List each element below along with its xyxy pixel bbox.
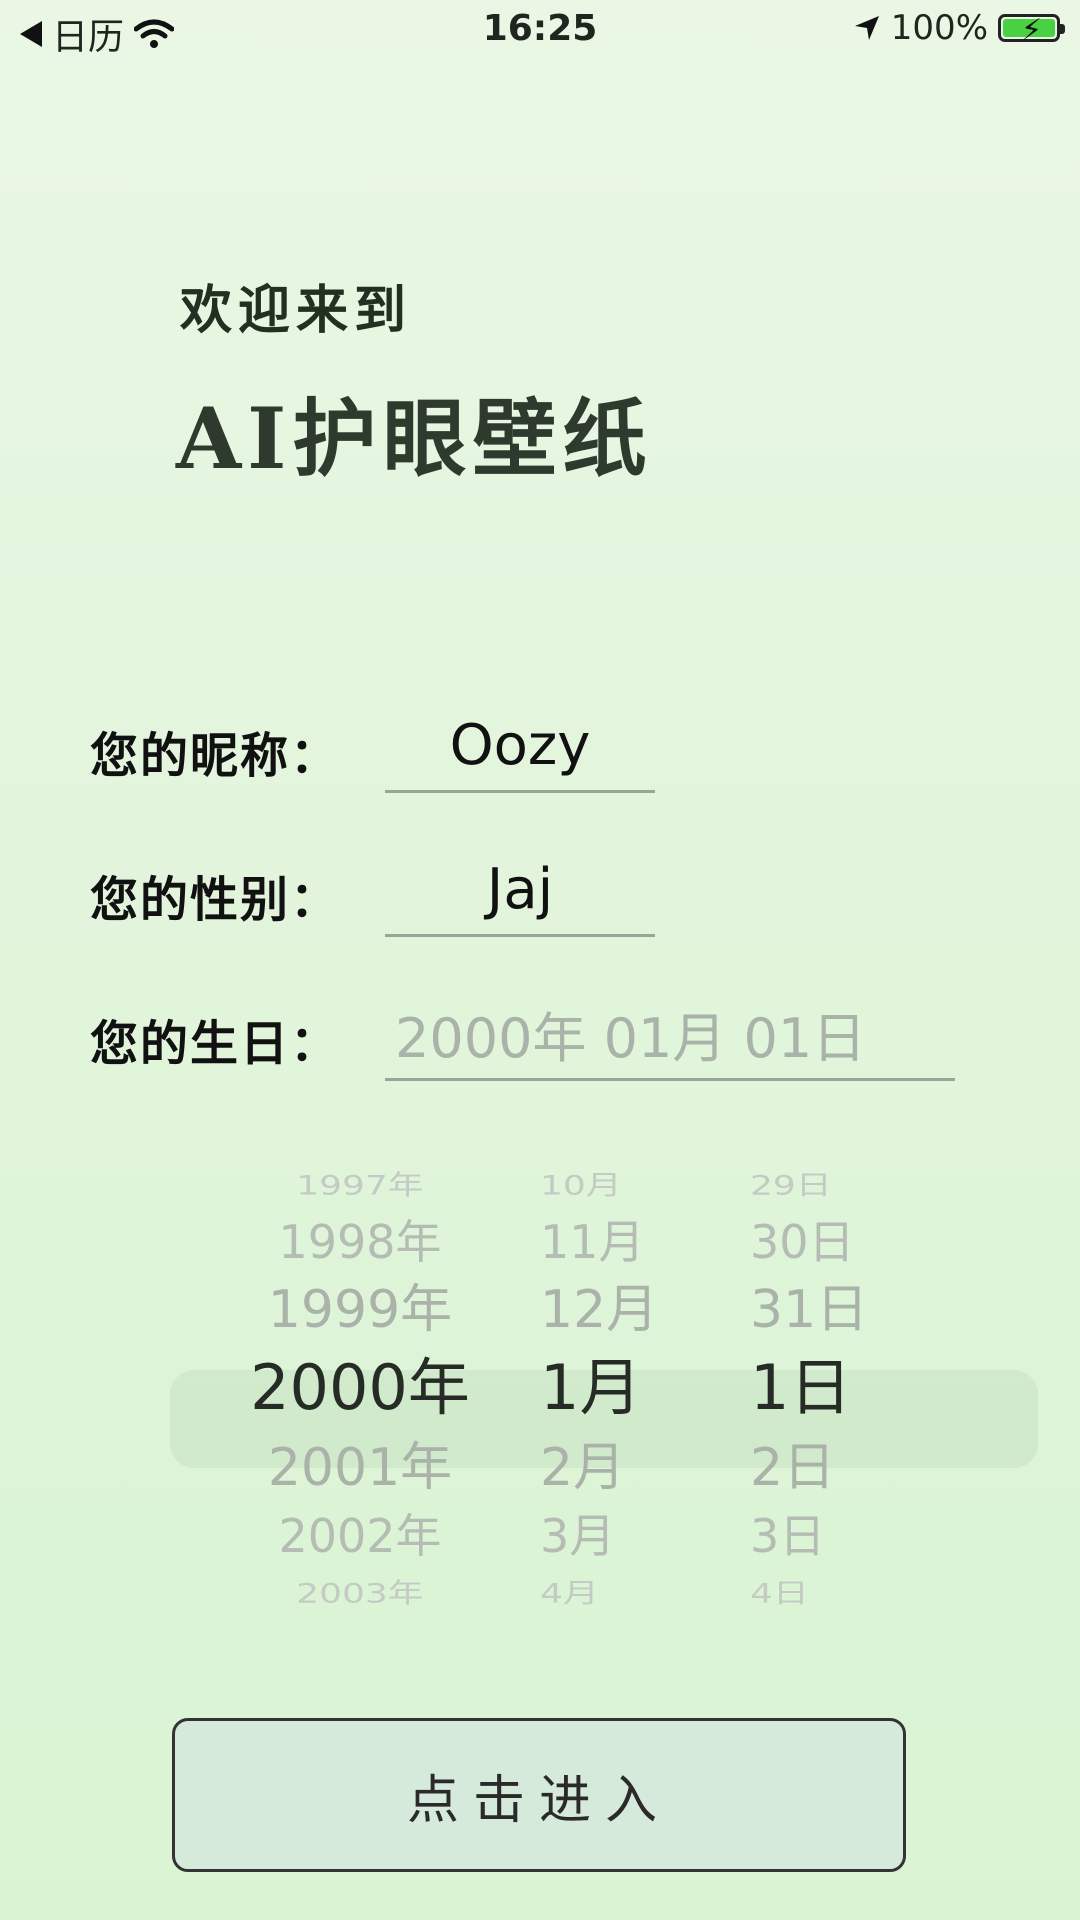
gender-row: 您的性别： Jaj	[90, 844, 990, 954]
gender-label: 您的性别：	[90, 872, 341, 928]
birthday-label: 您的生日：	[90, 1016, 341, 1072]
status-right: 100% ⚡	[853, 8, 1065, 48]
picker-year-item[interactable]: 2000年	[240, 1357, 480, 1419]
picker-day-item[interactable]: 29日	[750, 1172, 900, 1200]
picker-year-item[interactable]: 1999年	[240, 1284, 480, 1336]
gender-input[interactable]: Jaj	[385, 844, 655, 937]
picker-day-item[interactable]: 2日	[750, 1442, 900, 1494]
picker-year-item[interactable]: 2002年	[240, 1513, 480, 1559]
picker-month-item[interactable]: 2月	[540, 1442, 690, 1494]
birthday-row: 您的生日： 2000年 01月 01日	[90, 988, 990, 1098]
picker-year-item[interactable]: 2003年	[240, 1580, 480, 1608]
enter-button[interactable]: 点击进入	[172, 1718, 906, 1872]
location-arrow-icon	[854, 16, 879, 40]
charging-bolt-icon: ⚡	[1021, 13, 1043, 48]
picker-month-item[interactable]: 3月	[540, 1513, 690, 1559]
picker-year-item[interactable]: 1998年	[240, 1219, 480, 1265]
picker-month-item[interactable]: 4月	[540, 1580, 690, 1608]
nickname-input[interactable]: Oozy	[385, 700, 655, 793]
birthday-input[interactable]: 2000年 01月 01日	[385, 988, 955, 1081]
app-title: AI护眼壁纸	[176, 389, 653, 488]
picker-day-item[interactable]: 30日	[750, 1219, 900, 1265]
picker-month-item[interactable]: 1月	[540, 1357, 690, 1419]
picker-month-item[interactable]: 11月	[540, 1219, 690, 1265]
picker-day-item[interactable]: 4日	[750, 1580, 900, 1608]
picker-day-item[interactable]: 3日	[750, 1513, 900, 1559]
picker-month-item[interactable]: 10月	[540, 1172, 690, 1200]
picker-year-column[interactable]: 1997年 1998年 1999年 2000年 2001年 2002年 2003年	[240, 1160, 480, 1680]
picker-day-item[interactable]: 31日	[750, 1284, 900, 1336]
picker-month-column[interactable]: 10月 11月 12月 1月 2月 3月 4月	[540, 1160, 690, 1680]
date-picker-wheel[interactable]: 1997年 1998年 1999年 2000年 2001年 2002年 2003年 10月 1…	[170, 1160, 1038, 1680]
picker-year-item[interactable]: 1997年	[240, 1172, 480, 1200]
picker-month-item[interactable]: 12月	[540, 1284, 690, 1336]
picker-year-item[interactable]: 2001年	[240, 1442, 480, 1494]
battery-percent: 100%	[890, 8, 988, 48]
status-bar: 日历 16:25 100% ⚡	[0, 0, 1080, 60]
battery-charging-icon: ⚡	[998, 13, 1065, 48]
nickname-label: 您的昵称：	[90, 728, 341, 784]
picker-day-column[interactable]: 29日 30日 31日 1日 2日 3日 4日	[750, 1160, 900, 1680]
picker-day-item[interactable]: 1日	[750, 1357, 900, 1419]
welcome-greeting: 欢迎来到	[180, 280, 413, 341]
nickname-row: 您的昵称： Oozy	[90, 700, 990, 810]
